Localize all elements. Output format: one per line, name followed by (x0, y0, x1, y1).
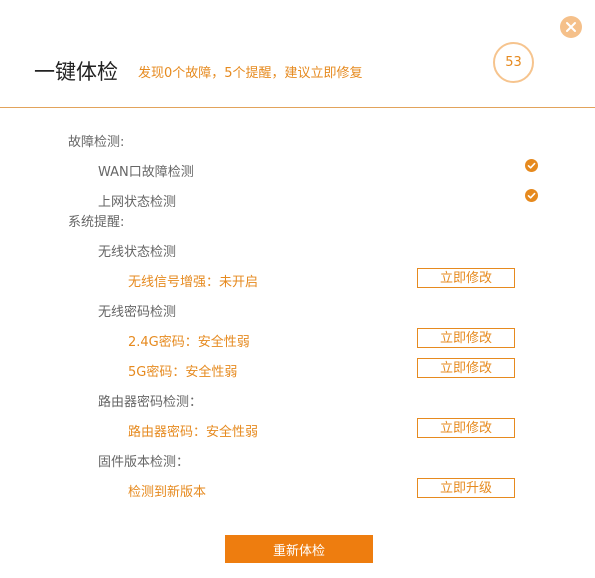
firmware-version-check-label: 固件版本检测： (98, 455, 190, 470)
wireless-boost-issue: 无线信号增强：未开启 (128, 275, 259, 290)
internet-status-check-label: 上网状态检测 (98, 195, 177, 210)
fix-24g-password-button[interactable]: 立即修改 (417, 328, 515, 348)
upgrade-firmware-button[interactable]: 立即升级 (417, 478, 515, 498)
wan-fault-check-label: WAN口故障检测 (98, 165, 194, 180)
wifi-24g-password-issue: 2.4G密码：安全性弱 (128, 335, 250, 350)
router-password-check-label: 路由器密码检测： (98, 395, 203, 410)
router-password-issue: 路由器密码：安全性弱 (128, 425, 259, 440)
wan-check-status-icon (525, 159, 538, 172)
health-score: 53 (493, 42, 534, 83)
internet-check-status-icon (525, 189, 538, 202)
fix-wireless-boost-button[interactable]: 立即修改 (417, 268, 515, 288)
close-icon (566, 22, 576, 32)
wifi-5g-password-issue: 5G密码：安全性弱 (128, 365, 238, 380)
system-reminders-heading: 系统提醒: (68, 215, 125, 230)
page-title: 一键体检 (34, 60, 118, 84)
fix-5g-password-button[interactable]: 立即修改 (417, 358, 515, 378)
wireless-password-check-label: 无线密码检测 (98, 305, 177, 320)
rescan-button[interactable]: 重新体检 (225, 535, 373, 563)
fault-detection-heading: 故障检测: (68, 135, 125, 150)
new-firmware-issue: 检测到新版本 (128, 485, 207, 500)
header-divider (0, 107, 595, 108)
health-score-value: 53 (505, 55, 522, 70)
wireless-status-check-label: 无线状态检测 (98, 245, 177, 260)
fix-router-password-button[interactable]: 立即修改 (417, 418, 515, 438)
close-button[interactable] (560, 16, 582, 38)
scan-summary: 发现0个故障，5个提醒，建议立即修复 (138, 66, 363, 81)
